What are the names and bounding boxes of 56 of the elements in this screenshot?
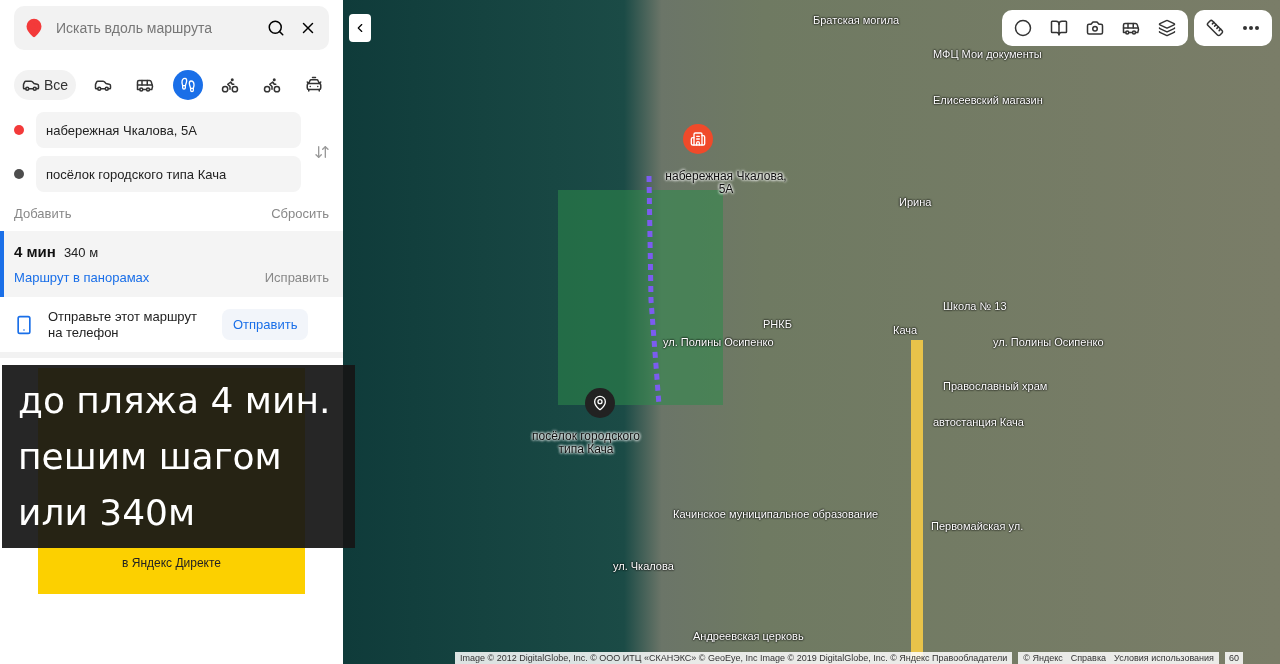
- phone-icon: [14, 314, 34, 335]
- map-scale: 60: [1224, 652, 1243, 664]
- caption-line: до пляжа 4 мин.: [18, 378, 332, 423]
- place-label: Православный храм: [943, 380, 1048, 392]
- circle-icon: [1014, 19, 1032, 37]
- search-field[interactable]: Искать вдоль маршрута: [14, 6, 329, 50]
- caption-line: или 340м: [18, 490, 197, 535]
- reset-link[interactable]: Сбросить: [271, 206, 329, 221]
- place-label: Ирина: [899, 196, 932, 208]
- footer-link[interactable]: Условия использования: [1114, 653, 1214, 663]
- send-text: Отправьте этот маршрут на телефон: [48, 309, 198, 341]
- place-label: Качинское муниципальное образование: [673, 508, 879, 520]
- ad-text: в Яндекс Директе: [122, 556, 221, 571]
- place-label: МФЦ Мои документы: [933, 48, 1042, 60]
- taxi-icon: [304, 76, 323, 94]
- place-label: ул. Полины Осипенко: [993, 336, 1104, 348]
- route-card[interactable]: 4 мин 340 м Маршрут в панорамах Исправить: [0, 231, 343, 297]
- satellite-map[interactable]: [343, 0, 1280, 664]
- end-label: посёлок городского типа Кача: [531, 430, 641, 457]
- place-label: Школа № 13: [943, 300, 1007, 312]
- map-attribution: Image © 2012 DigitalGlobe, Inc. © ООО ИТЦ «СКАНЭКС» © GeoEye, Inc Image © 2019 DigitalGlobe, Inc. © Яндекс Правообладатели: [455, 652, 1013, 664]
- place-label: Елисеевский магазин: [933, 94, 1043, 106]
- collapse-button[interactable]: [349, 14, 371, 42]
- place-label: Кача: [893, 324, 918, 336]
- search-icon: [267, 19, 285, 37]
- swap-icon[interactable]: [314, 144, 330, 160]
- transport-mode-tab[interactable]: Все: [14, 70, 77, 100]
- place-label: автостанция Кача: [933, 416, 1024, 428]
- bicycle-icon: [220, 76, 239, 94]
- building-pin-icon: [683, 124, 713, 154]
- footer-link[interactable]: © Яндекс: [1023, 653, 1063, 663]
- route-distance: 340 м: [63, 245, 99, 260]
- footer-link[interactable]: Справка: [1070, 653, 1107, 663]
- add-link[interactable]: Добавить: [14, 206, 72, 221]
- layers-icon: [1158, 19, 1176, 37]
- route-point-field[interactable]: посёлок городского типа Кача: [36, 156, 301, 192]
- walking-icon: [179, 77, 196, 93]
- place-label: РНКБ: [763, 318, 792, 330]
- place-label: Первомайская ул.: [931, 520, 1024, 532]
- place-label: ул. Полины Осипенко: [663, 336, 774, 348]
- place-label: ул. Чкалова: [613, 560, 674, 572]
- more-icon: [1243, 26, 1259, 30]
- ruler-icon: [1206, 19, 1224, 37]
- book-icon: [1050, 19, 1068, 37]
- place-label: Андреевская церковь: [693, 630, 804, 642]
- panorama-link[interactable]: Маршрут в панорамах: [14, 270, 150, 285]
- pin-icon: [24, 18, 44, 38]
- route-time: 4 мин: [14, 243, 56, 260]
- camera-icon: [1086, 19, 1104, 37]
- route-point-field[interactable]: набережная Чкалова, 5А: [36, 112, 301, 148]
- location-pin-icon: [585, 388, 615, 418]
- caption-line: пешим шагом: [18, 434, 283, 479]
- send-button[interactable]: Отправить: [222, 309, 309, 341]
- start-label: набережная Чкалова, 5А: [664, 170, 788, 197]
- place-label: Братская могила: [813, 14, 900, 26]
- search-input[interactable]: Искать вдоль маршрута: [54, 19, 255, 37]
